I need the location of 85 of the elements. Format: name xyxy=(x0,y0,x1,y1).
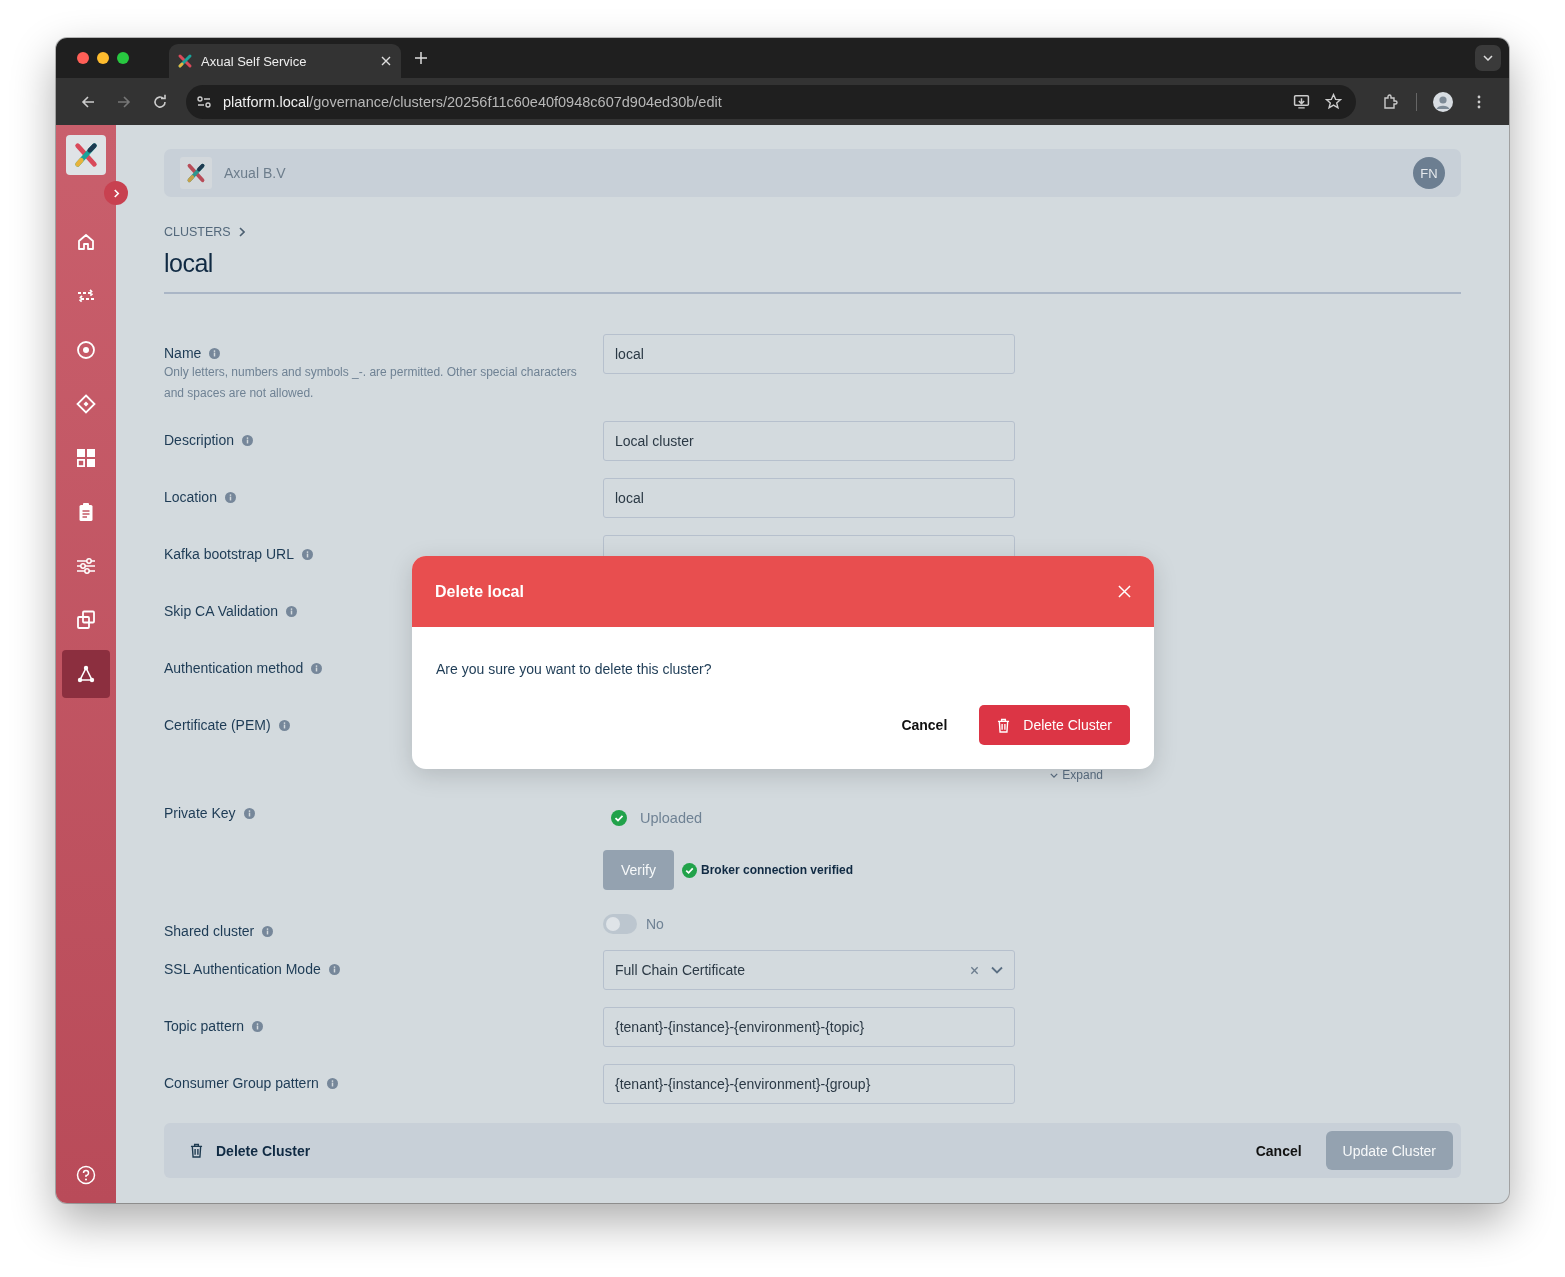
forward-arrow-icon[interactable] xyxy=(116,93,132,110)
help-icon[interactable] xyxy=(76,1165,96,1185)
check-circle-icon xyxy=(611,810,627,826)
new-tab-icon[interactable] xyxy=(415,52,427,64)
text-field[interactable]: local xyxy=(603,334,1015,374)
puzzle-icon[interactable] xyxy=(1382,93,1398,110)
app-logo-icon[interactable] xyxy=(66,135,106,175)
field-label: Authentication method xyxy=(164,660,304,676)
home-icon xyxy=(76,232,96,252)
grid-icon xyxy=(76,448,96,468)
address-bar[interactable]: platform.local/governance/clusters/20256f11c60e40f0948c607d904ed30b/edit xyxy=(186,84,1356,119)
expand-sidebar-button[interactable] xyxy=(104,181,128,205)
info-icon[interactable] xyxy=(311,662,323,674)
profile-avatar-icon[interactable] xyxy=(1433,91,1453,112)
install-app-icon[interactable] xyxy=(1293,93,1310,110)
close-window-button[interactable] xyxy=(77,52,89,64)
minimize-window-button[interactable] xyxy=(97,52,109,64)
target-icon xyxy=(76,340,96,360)
field-label: Name xyxy=(164,345,202,361)
field-label: Kafka bootstrap URL xyxy=(164,546,294,562)
cancel-button[interactable]: Cancel xyxy=(889,709,960,741)
toggle-switch[interactable] xyxy=(603,914,637,934)
sliders-icon xyxy=(76,556,96,576)
reload-icon[interactable] xyxy=(152,93,168,110)
back-arrow-icon[interactable] xyxy=(80,93,96,110)
expand-link[interactable]: Expand xyxy=(1050,768,1103,782)
text-field[interactable]: local xyxy=(603,478,1015,518)
diamond-icon xyxy=(76,394,96,414)
star-icon[interactable] xyxy=(1325,93,1342,110)
clipboard-icon xyxy=(76,502,96,522)
breadcrumb-link[interactable]: CLUSTERS xyxy=(164,225,231,239)
field-hint: Only letters, numbers and symbols _-. are permitted. Other special characters and spaces are not allowed. xyxy=(164,364,578,402)
chevron-down-icon[interactable] xyxy=(991,966,1003,974)
info-icon[interactable] xyxy=(326,1077,338,1089)
upload-status: Uploaded xyxy=(640,810,703,826)
trash-icon xyxy=(190,1143,203,1158)
tab-search-button[interactable] xyxy=(1475,45,1501,71)
field-label: Shared cluster xyxy=(164,923,255,939)
organization-name: Axual B.V xyxy=(224,165,286,181)
maximize-window-button[interactable] xyxy=(117,52,129,64)
check-circle-icon xyxy=(682,862,697,878)
info-icon[interactable] xyxy=(286,605,298,617)
field-label: Private Key xyxy=(164,805,236,821)
chevron-down-icon xyxy=(1483,55,1493,61)
sidebar-item[interactable] xyxy=(62,650,110,698)
info-icon[interactable] xyxy=(242,434,254,446)
cancel-button[interactable]: Cancel xyxy=(1243,1134,1314,1167)
verification-message: Broker connection verified xyxy=(701,863,854,877)
info-icon[interactable] xyxy=(209,347,221,359)
text-field[interactable]: Local cluster xyxy=(603,421,1015,461)
info-icon[interactable] xyxy=(278,719,290,731)
trash-icon xyxy=(997,717,1011,733)
field-label: Certificate (PEM) xyxy=(164,717,271,733)
text-field[interactable]: {tenant}-{instance}-{environment}-{group} xyxy=(603,1064,1015,1104)
copy-icon xyxy=(76,610,96,630)
site-settings-icon[interactable] xyxy=(196,93,212,110)
field-label: Topic pattern xyxy=(164,1018,245,1034)
field-label: Skip CA Validation xyxy=(164,603,279,619)
select-field[interactable]: Full Chain Certificate xyxy=(603,950,1015,990)
info-icon[interactable] xyxy=(262,925,274,937)
close-icon[interactable] xyxy=(381,56,391,66)
field-label: Description xyxy=(164,432,235,448)
info-icon[interactable] xyxy=(243,807,255,819)
dialog-message: Are you sure you want to delete this cluster? xyxy=(436,661,713,677)
x-logo-icon xyxy=(177,53,193,69)
info-icon[interactable] xyxy=(328,963,340,975)
field-label: Consumer Group pattern xyxy=(164,1075,319,1091)
network-triangle-icon xyxy=(76,664,96,684)
field-label: Location xyxy=(164,489,217,505)
clear-icon[interactable] xyxy=(970,965,979,975)
chevron-down-icon xyxy=(1050,772,1059,778)
info-icon[interactable] xyxy=(301,548,313,560)
delete-cluster-button[interactable]: Delete Cluster xyxy=(979,705,1130,745)
page-title: local xyxy=(164,249,214,278)
chevron-right-icon xyxy=(238,227,245,237)
text-field[interactable]: {tenant}-{instance}-{environment}-{topic} xyxy=(603,1007,1015,1047)
browser-tab[interactable]: Axual Self Service xyxy=(169,44,401,78)
field-label: SSL Authentication Mode xyxy=(164,961,321,977)
chevron-right-icon xyxy=(112,188,120,198)
toggle-label: No xyxy=(646,916,664,932)
dialog-title: Delete local xyxy=(435,582,525,601)
organization-logo-icon xyxy=(180,157,212,189)
info-icon[interactable] xyxy=(252,1020,264,1032)
info-icon[interactable] xyxy=(224,491,236,503)
delete-cluster-button[interactable]: Delete Cluster xyxy=(186,1136,315,1165)
